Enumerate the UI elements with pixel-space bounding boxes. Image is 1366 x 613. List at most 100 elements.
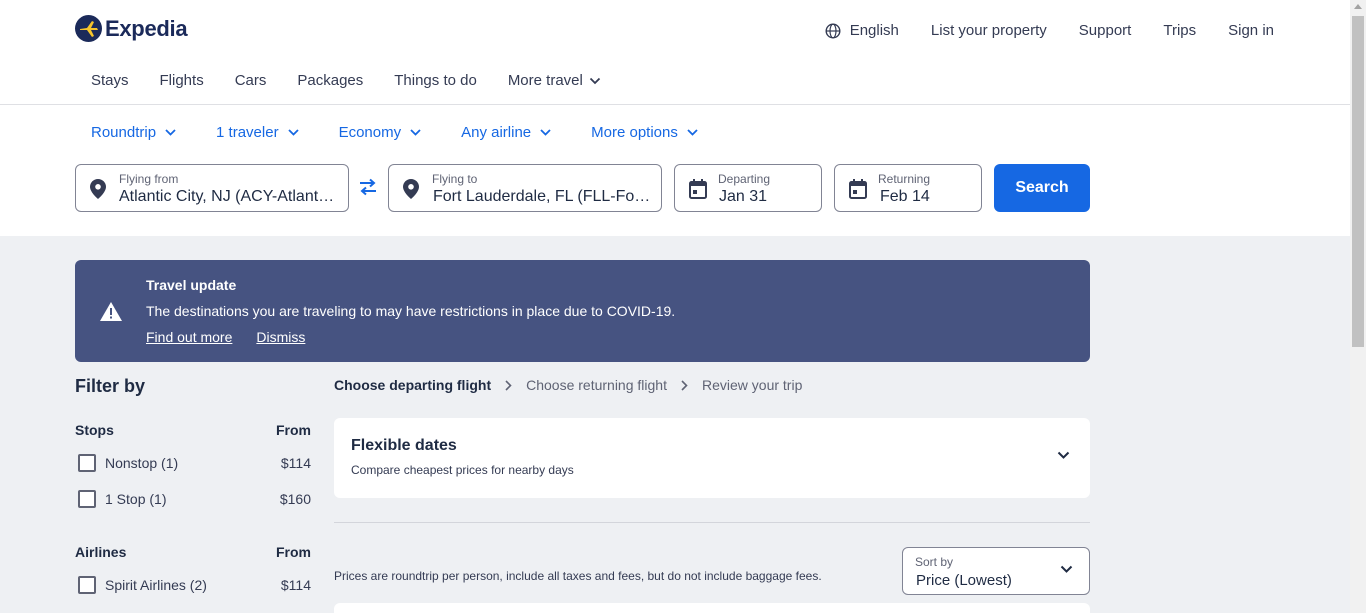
travel-tabs: Stays Flights Cars Packages Things to do… [91, 72, 601, 89]
language-label: English [849, 22, 899, 39]
stops-heading: Stops [75, 422, 114, 438]
support-link[interactable]: Support [1079, 22, 1132, 39]
warning-icon [100, 302, 122, 321]
returning-value: Feb 14 [880, 188, 930, 205]
nonstop-label: Nonstop (1) [105, 455, 179, 471]
sort-dropdown[interactable]: Sort by Price (Lowest) [902, 547, 1090, 595]
tab-stays[interactable]: Stays [91, 72, 129, 89]
chevron-right-icon [681, 379, 688, 391]
logo-text: Expedia [105, 15, 188, 41]
flying-to-value: Fort Lauderdale, FL (FLL-Fort Lauderdale… [433, 188, 651, 205]
travel-update-banner: Travel update The destinations you are t… [75, 260, 1090, 362]
calendar-icon [849, 179, 867, 199]
search-button[interactable]: Search [994, 164, 1090, 212]
logo-plane-icon [75, 15, 102, 42]
travel-update-links: Find out more Dismiss [146, 329, 305, 345]
nonstop-checkbox[interactable] [78, 454, 96, 472]
filter-option-spirit-airlines[interactable]: Spirit Airlines (2) $114 [78, 576, 311, 594]
price-disclaimer: Prices are roundtrip per person, include… [334, 569, 822, 583]
flying-to-label: Flying to [432, 172, 478, 186]
trips-link[interactable]: Trips [1163, 22, 1196, 39]
stops-from-label: From [276, 422, 311, 438]
chevron-down-icon [1060, 565, 1073, 573]
more-options-dropdown[interactable]: More options [591, 124, 698, 141]
scroll-up-arrow-icon[interactable] [1354, 4, 1362, 9]
booking-steps: Choose departing flight Choose returning… [334, 377, 802, 393]
spirit-airlines-price: $114 [280, 577, 311, 593]
tab-packages[interactable]: Packages [297, 72, 363, 89]
search-options: Roundtrip 1 traveler Economy Any airline… [91, 124, 698, 141]
tab-things-to-do[interactable]: Things to do [394, 72, 477, 89]
tab-flights[interactable]: Flights [160, 72, 204, 89]
chevron-down-icon [589, 77, 600, 84]
calendar-icon [689, 179, 707, 199]
step-choose-returning: Choose returning flight [526, 377, 667, 393]
section-divider [334, 522, 1090, 523]
one-stop-checkbox[interactable] [78, 490, 96, 508]
departing-label: Departing [718, 172, 771, 186]
airline-label: Any airline [461, 124, 532, 141]
top-navigation: English List your property Support Trips… [825, 22, 1274, 39]
location-pin-icon [403, 179, 419, 199]
expedia-logo[interactable]: Expedia [75, 15, 188, 42]
departing-date-field[interactable]: Departing Jan 31 [674, 164, 822, 212]
tab-more-travel[interactable]: More travel [508, 72, 601, 89]
filter-option-1-stop[interactable]: 1 Stop (1) $160 [78, 490, 311, 508]
flying-from-field[interactable]: Flying from Atlantic City, NJ (ACY-Atlan… [75, 164, 349, 212]
location-pin-icon [90, 179, 106, 199]
cabin-class-label: Economy [338, 124, 402, 141]
flight-result-card[interactable] [334, 603, 1090, 613]
cabin-class-dropdown[interactable]: Economy [339, 124, 422, 141]
chevron-down-icon [287, 129, 299, 136]
flexible-dates-title: Flexible dates [351, 437, 457, 454]
find-out-more-link[interactable]: Find out more [146, 329, 232, 345]
step-review-trip: Review your trip [701, 377, 803, 393]
list-property-link[interactable]: List your property [931, 22, 1047, 39]
scrollbar-thumb[interactable] [1352, 16, 1364, 347]
flying-from-value: Atlantic City, NJ (ACY-Atlantic City Int… [119, 188, 337, 205]
filter-title: Filter by [75, 376, 146, 396]
departing-value: Jan 31 [719, 188, 768, 205]
travel-update-title: Travel update [146, 277, 237, 293]
spirit-airlines-checkbox[interactable] [78, 576, 96, 594]
tab-more-travel-label: More travel [507, 72, 583, 89]
one-stop-label: 1 Stop (1) [105, 491, 167, 507]
sort-label: Sort by [915, 555, 954, 569]
flying-to-field[interactable]: Flying to Fort Lauderdale, FL (FLL-Fort … [388, 164, 662, 212]
swap-locations-icon[interactable] [358, 178, 378, 196]
airline-dropdown[interactable]: Any airline [461, 124, 551, 141]
chevron-down-icon [410, 129, 421, 136]
chevron-down-icon [687, 129, 698, 136]
returning-date-field[interactable]: Returning Feb 14 [834, 164, 982, 212]
chevron-down-icon [540, 129, 551, 136]
flexible-dates-subtitle: Compare cheapest prices for nearby days [351, 463, 574, 477]
results-area: Travel update The destinations you are t… [0, 236, 1350, 613]
sign-in-link[interactable]: Sign in [1228, 22, 1274, 39]
sort-value: Price (Lowest) [916, 572, 1012, 589]
stops-filter-header: Stops From [75, 422, 311, 438]
page-scrollbar[interactable] [1350, 0, 1366, 613]
one-stop-price: $160 [279, 491, 311, 507]
airlines-heading: Airlines [75, 544, 127, 560]
spirit-airlines-label: Spirit Airlines (2) [105, 577, 207, 593]
site-header: Expedia English List your property Suppo… [0, 0, 1350, 236]
globe-icon [825, 22, 841, 39]
step-choose-departing: Choose departing flight [334, 377, 492, 393]
language-selector[interactable]: English [825, 22, 899, 39]
dismiss-link[interactable]: Dismiss [256, 329, 305, 345]
travelers-label: 1 traveler [216, 124, 279, 141]
airlines-filter-header: Airlines From [75, 544, 311, 560]
trip-type-dropdown[interactable]: Roundtrip [91, 124, 176, 141]
flexible-dates-card[interactable]: Flexible dates Compare cheapest prices f… [334, 418, 1090, 498]
returning-label: Returning [878, 172, 931, 186]
nonstop-price: $114 [280, 455, 311, 471]
header-divider [0, 104, 1350, 105]
chevron-right-icon [505, 379, 512, 391]
filter-option-nonstop[interactable]: Nonstop (1) $114 [78, 454, 311, 472]
travel-update-text: The destinations you are traveling to ma… [146, 303, 676, 319]
chevron-down-icon [1057, 451, 1070, 459]
tab-cars[interactable]: Cars [235, 72, 267, 89]
flying-from-label: Flying from [119, 172, 179, 186]
travelers-dropdown[interactable]: 1 traveler [216, 124, 299, 141]
more-options-label: More options [591, 124, 678, 141]
